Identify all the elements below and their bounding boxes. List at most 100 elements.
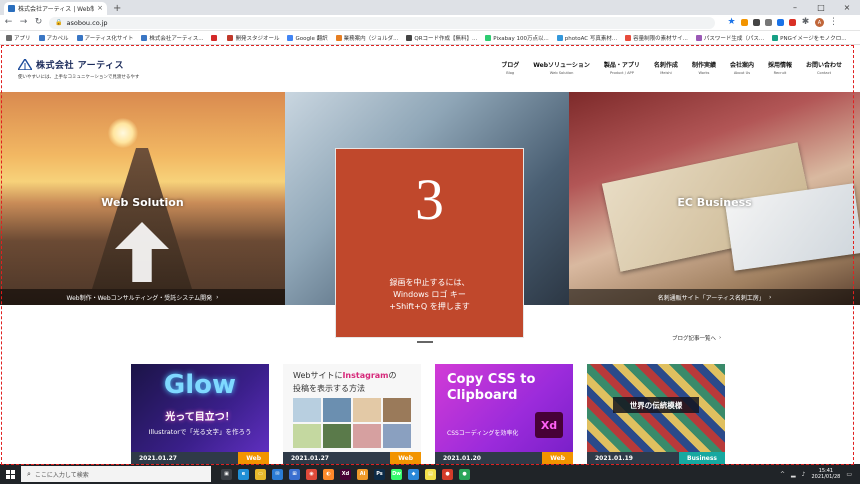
bookmark-item[interactable] <box>211 34 219 41</box>
extension-dark-icon[interactable] <box>753 19 760 26</box>
logo-text: 株式会社 アーティス <box>36 61 125 71</box>
menu-dots-icon[interactable]: ⋮ <box>829 18 838 27</box>
hero-panel-ec-business[interactable]: EC Business 名刺通販サイト「アーティス名刺工房」 › <box>569 92 860 305</box>
nav-item[interactable]: 採用情報 Recruit <box>768 60 792 75</box>
profile-avatar[interactable]: A <box>815 18 824 27</box>
global-nav: ブログ Blog Webソリューション Web Solution 製品・アプリ Produ… <box>501 60 842 75</box>
bookmark-item[interactable]: photoAC 写真素材... <box>556 34 617 42</box>
bookmark-item[interactable]: アプリ <box>6 34 31 42</box>
reload-icon[interactable]: ↻ <box>34 18 43 27</box>
taskbar-app-red-icon[interactable]: ● <box>442 468 453 480</box>
blog-category: Web <box>542 452 573 464</box>
slider-indicator[interactable] <box>417 341 433 343</box>
nav-item[interactable]: ブログ Blog <box>501 60 519 75</box>
thumb-label: 世界の伝統模様 <box>613 397 699 413</box>
bookmark-label: QRコード作成【無料】... <box>414 35 478 42</box>
taskbar-edge-icon[interactable]: e <box>238 468 249 480</box>
taskbar-dreamweaver-icon[interactable]: Dw <box>391 468 402 480</box>
chevron-up-icon[interactable]: ^ <box>780 471 785 478</box>
bookmark-favicon-icon <box>211 34 218 41</box>
notification-icon[interactable]: ▭ <box>846 471 852 478</box>
bookmark-label: Pixabay 100万点以... <box>493 35 549 42</box>
bookmark-item[interactable]: PNGイメージをモノクロ... <box>772 34 846 42</box>
bookmark-item[interactable]: 開発スタジオール <box>227 34 279 42</box>
maximize-button[interactable]: □ <box>808 0 834 15</box>
bookmark-item[interactable]: パスワード生成（パス... <box>695 34 764 42</box>
blog-meta: 2021.01.27 Web <box>283 452 421 464</box>
extension-grid-icon[interactable] <box>765 19 772 26</box>
bookmark-favicon-icon <box>772 34 779 41</box>
blog-card[interactable]: Copy CSS to Clipboard CSSコーディングを効率化 Xd 2… <box>435 364 573 464</box>
taskbar-app-green-icon[interactable]: ● <box>459 468 470 480</box>
taskbar-xd-icon[interactable]: Xd <box>340 468 351 480</box>
bookmark-favicon-icon <box>335 34 342 41</box>
blog-more-label: ブログ記事一覧へ <box>672 336 717 342</box>
close-window-button[interactable]: × <box>834 0 860 15</box>
nav-item[interactable]: 制作実績 Works <box>692 60 716 75</box>
taskbar-file-explorer-icon[interactable]: ▭ <box>255 468 266 480</box>
taskbar-vscode-icon[interactable]: ◆ <box>408 468 419 480</box>
blog-category: Web <box>238 452 269 464</box>
bookmark-item[interactable]: QRコード作成【無料】... <box>406 34 477 42</box>
omnibox[interactable]: 🔒 asobou.co.jp <box>49 16 715 29</box>
bookmark-item[interactable]: 容量制限の素材サイ... <box>625 34 688 42</box>
taskbar-photoshop-icon[interactable]: Ps <box>374 468 385 480</box>
taskbar-task-view-icon[interactable]: ▣ <box>221 468 232 480</box>
window-controls: – □ × <box>782 0 860 15</box>
network-icon[interactable]: ▂ <box>791 471 796 478</box>
bookmark-item[interactable]: 株式会社アーティス... <box>141 34 203 42</box>
site-logo[interactable]: 株式会社 アーティス <box>18 58 124 71</box>
bookmark-item[interactable]: Pixabay 100万点以... <box>485 34 549 42</box>
search-icon: ⌕ <box>27 469 31 478</box>
browser-tab[interactable]: 株式会社アーティス | Web制作・システム開発 × <box>4 2 107 15</box>
blog-card[interactable]: Glow 光って目立つ！ Illustratorで「光る文字」を作ろう 2021… <box>131 364 269 464</box>
bookmark-star-icon[interactable]: ★ <box>727 18 736 27</box>
taskbar-chrome-icon[interactable]: ◉ <box>306 468 317 480</box>
blog-card[interactable]: 世界の伝統模様 2021.01.19 Business <box>587 364 725 464</box>
taskbar-search-box[interactable]: ⌕ ここに入力して検索 <box>21 466 211 482</box>
bookmark-item[interactable]: Google 翻訳 <box>287 34 328 42</box>
bookmark-item[interactable]: アカペル <box>38 34 69 42</box>
close-tab-icon[interactable]: × <box>97 5 103 12</box>
taskbar-sticky-icon[interactable]: ▤ <box>425 468 436 480</box>
extension-red-icon[interactable] <box>789 19 796 26</box>
hero-panel-web-solution[interactable]: Web Solution Web制作・Webコンサルティング・受託システム開発 … <box>0 92 285 305</box>
bookmark-item[interactable]: 業務案内（ジョルダ... <box>335 34 398 42</box>
taskbar-illustrator-icon[interactable]: Ai <box>357 468 368 480</box>
minimize-button[interactable]: – <box>782 0 808 15</box>
nav-item-sublabel: Web Solution <box>549 71 574 75</box>
nav-item[interactable]: お問い合わせ Contact <box>806 60 842 75</box>
hero-web-caption-bar[interactable]: Web制作・Webコンサルティング・受託システム開発 › <box>0 289 285 305</box>
bookmark-item[interactable]: アーティス化サイト <box>76 34 133 42</box>
taskbar-clock[interactable]: 15:41 2021/01/28 <box>812 468 841 480</box>
nav-item[interactable]: 会社案内 About Us <box>730 60 754 75</box>
blog-card[interactable]: WebサイトにInstagramの 投稿を表示する方法 2021.01.27 W… <box>283 364 421 464</box>
slider-dot[interactable] <box>417 341 433 343</box>
back-arrow-icon[interactable]: ← <box>4 18 13 27</box>
bookmark-favicon-icon <box>556 34 563 41</box>
volume-icon[interactable]: ♪ <box>802 471 806 478</box>
hero-ec-caption-bar[interactable]: 名刺通販サイト「アーティス名刺工房」 › <box>569 289 860 305</box>
nav-item[interactable]: 製品・アプリ Product / APP <box>604 60 640 75</box>
taskbar-mail-icon[interactable]: ✉ <box>272 468 283 480</box>
blog-category: Business <box>679 452 725 464</box>
extension-icons: ★ ✱ A ⋮ <box>727 18 838 27</box>
xd-logo-icon: Xd <box>535 412 563 438</box>
new-tab-button[interactable]: + <box>113 2 121 15</box>
taskbar-firefox-icon[interactable]: ◐ <box>323 468 334 480</box>
nav-item-label: 採用情報 <box>767 62 792 69</box>
nav-item[interactable]: 名刺作成 Meishi <box>654 60 678 75</box>
forward-arrow-icon[interactable]: → <box>19 18 28 27</box>
bookmark-label: アプリ <box>14 35 31 42</box>
search-placeholder: ここに入力して検索 <box>34 471 89 479</box>
extension-blue-icon[interactable] <box>777 19 784 26</box>
clock-date: 2021/01/28 <box>811 474 841 480</box>
blog-more-link[interactable]: ブログ記事一覧へ › <box>672 334 721 342</box>
bookmark-favicon-icon <box>38 34 45 41</box>
start-button[interactable] <box>0 464 20 484</box>
taskbar-store-icon[interactable]: ⊞ <box>289 468 300 480</box>
extension-orange-icon[interactable] <box>741 19 748 26</box>
puzzle-icon[interactable]: ✱ <box>801 18 810 27</box>
nav-item[interactable]: Webソリューション Web Solution <box>533 60 590 75</box>
bookmark-label: アカペル <box>46 35 69 42</box>
